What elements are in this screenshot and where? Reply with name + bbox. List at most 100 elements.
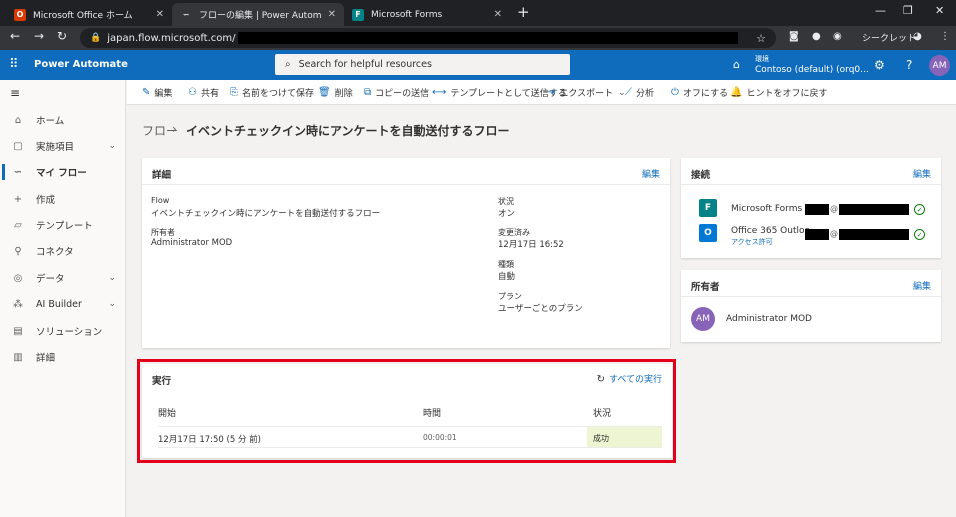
card-header: 接続 編集: [681, 158, 941, 185]
owner-avatar: AM: [691, 307, 715, 331]
share-icon: ⚇: [188, 87, 197, 98]
address-bar[interactable]: 🔒 japan.flow.microsoft.com/ ☆: [80, 28, 776, 48]
sidebar-item-5[interactable]: ⚲ コネクタ: [0, 238, 126, 264]
app-title[interactable]: Power Automate: [34, 59, 128, 70]
sidebar-item-7[interactable]: ⁂ AI Builder ⌄: [0, 291, 126, 317]
close-icon[interactable]: ✕: [156, 9, 164, 20]
environment-icon[interactable]: ⌂: [733, 58, 740, 71]
check-circle-icon: ✓: [914, 204, 925, 215]
sidebar-item-label: コネクタ: [36, 247, 74, 258]
restore-button[interactable]: ❐: [903, 4, 913, 17]
reload-icon[interactable]: ↻: [53, 29, 71, 43]
status-value: オン: [498, 209, 516, 219]
plus-icon: +: [13, 193, 23, 205]
export-icon: ⇥: [547, 87, 556, 98]
tab-label: Microsoft Forms: [371, 9, 443, 20]
save-as-icon: ⎘: [230, 87, 238, 98]
command-label: 編集: [154, 89, 173, 99]
plan-value: ユーザーごとのプラン: [498, 304, 583, 314]
command-export-button[interactable]: ⇥ エクスポート ⌄: [547, 86, 626, 99]
owners-title: 所有者: [691, 282, 720, 293]
sidebar-item-8[interactable]: ▤ ソリューション: [0, 318, 126, 344]
connections-edit-link[interactable]: 編集: [913, 167, 931, 180]
sidebar-item-label: 作成: [36, 195, 56, 206]
sidebar-item-label: ソリューション: [36, 327, 103, 338]
check-circle-icon: ✓: [914, 229, 925, 240]
command-share-button[interactable]: ⚇ 共有: [188, 86, 219, 99]
command-delete-button[interactable]: 🗑 削除: [318, 86, 353, 99]
camera-icon[interactable]: ◙: [789, 31, 799, 42]
forms-icon: F: [699, 199, 717, 217]
settings-icon[interactable]: ⚙: [874, 58, 885, 72]
sidebar-item-6[interactable]: ◎ データ ⌄: [0, 265, 126, 291]
command-label: 分析: [636, 89, 655, 99]
power-icon: ⏻: [671, 87, 679, 98]
permission-link[interactable]: アクセス許可: [731, 237, 773, 247]
redacted-email: [839, 204, 909, 215]
chevron-down-icon[interactable]: ⌄: [108, 273, 116, 283]
new-tab-button[interactable]: +: [517, 3, 530, 21]
environment-name[interactable]: Contoso (default) (orq0...: [755, 65, 869, 75]
forward-icon[interactable]: →: [30, 29, 48, 43]
plan-label: プラン: [498, 292, 522, 301]
menu-icon[interactable]: ⋮: [940, 31, 950, 42]
back-icon[interactable]: ←: [6, 29, 24, 43]
minimize-button[interactable]: —: [875, 4, 886, 17]
star-icon[interactable]: ☆: [756, 32, 766, 45]
owner-label: 所有者: [151, 228, 175, 237]
sidebar-item-0[interactable]: ⌂ ホーム: [0, 107, 126, 133]
sidebar-item-label: データ: [36, 274, 65, 285]
profile-ext-icon[interactable]: ◉: [833, 31, 842, 42]
details-title: 詳細: [152, 170, 172, 181]
command-power-button[interactable]: ⏻ オフにする: [671, 86, 728, 99]
browser-tab-flow[interactable]: ∽ フローの編集 | Power Automate ✕: [172, 3, 344, 26]
details-edit-link[interactable]: 編集: [642, 167, 660, 180]
search-input[interactable]: ⌕ Search for helpful resources: [275, 54, 570, 75]
sidebar-item-label: 詳細: [36, 353, 56, 364]
chevron-down-icon[interactable]: ⌄: [108, 141, 116, 151]
details-card: 詳細 編集 Flow イベントチェックイン時にアンケートを自動送付するフロー 所…: [142, 158, 670, 348]
email-at: @: [830, 204, 838, 213]
command-analytics-button[interactable]: ⟋ 分析: [625, 86, 654, 99]
sidebar-item-label: AI Builder: [36, 298, 82, 310]
extension-icon[interactable]: ●: [812, 31, 821, 42]
breadcrumb-separator: ›: [172, 122, 177, 136]
sidebar-item-label: ホーム: [36, 116, 65, 127]
analytics-icon: ⟋: [625, 87, 632, 98]
environment-label: 環境: [755, 55, 769, 63]
sidebar-item-2[interactable]: ∽ マイ フロー: [0, 159, 126, 185]
browser-tab-forms[interactable]: F Microsoft Forms ✕: [344, 3, 510, 26]
command-label: エクスポート: [559, 89, 614, 99]
command-bell-button[interactable]: 🔔 ヒントをオフに戻す: [730, 86, 827, 99]
sidebar-item-1[interactable]: ▢ 実施項目 ⌄: [0, 133, 126, 159]
close-icon[interactable]: ✕: [328, 9, 336, 20]
tab-label: Microsoft Office ホーム: [33, 11, 133, 21]
connections-title: 接続: [691, 170, 711, 181]
browser-tab-office[interactable]: O Microsoft Office ホーム ✕: [6, 3, 172, 26]
sidebar-item-9[interactable]: ▥ 詳細: [0, 344, 126, 370]
browser-toolbar: ← → ↻ 🔒 japan.flow.microsoft.com/ ☆ ◙ ● …: [0, 26, 956, 50]
sidebar-item-4[interactable]: ▱ テンプレート: [0, 212, 126, 238]
lock-icon: 🔒: [90, 33, 102, 43]
outlook-icon: O: [699, 224, 717, 242]
window-close-button[interactable]: ✕: [935, 4, 944, 17]
close-icon[interactable]: ✕: [494, 9, 502, 20]
owners-edit-link[interactable]: 編集: [913, 279, 931, 292]
command-save-as-button[interactable]: ⎘ 名前をつけて保存: [230, 86, 314, 99]
sidebar-item-3[interactable]: + 作成: [0, 186, 126, 212]
command-send-copy-button[interactable]: ⧉ コピーの送信: [364, 86, 429, 99]
page-title: イベントチェックイン時にアンケートを自動送付するフロー: [186, 124, 510, 138]
waffle-icon[interactable]: ⠿: [9, 57, 19, 72]
chevron-down-icon[interactable]: ⌄: [108, 299, 116, 309]
incognito-label[interactable]: シークレット: [862, 31, 916, 44]
email-at: @: [830, 229, 838, 238]
user-avatar[interactable]: AM: [929, 55, 950, 76]
hamburger-icon[interactable]: ≡: [10, 86, 20, 100]
command-label: 削除: [334, 89, 353, 99]
flow-icon: ∽: [182, 10, 190, 19]
command-edit-button[interactable]: ✎ 編集: [142, 86, 172, 99]
help-icon[interactable]: ?: [906, 58, 912, 72]
type-value: 自動: [498, 272, 516, 282]
solution-icon: ▤: [13, 325, 23, 337]
redacted-email: [805, 229, 829, 240]
